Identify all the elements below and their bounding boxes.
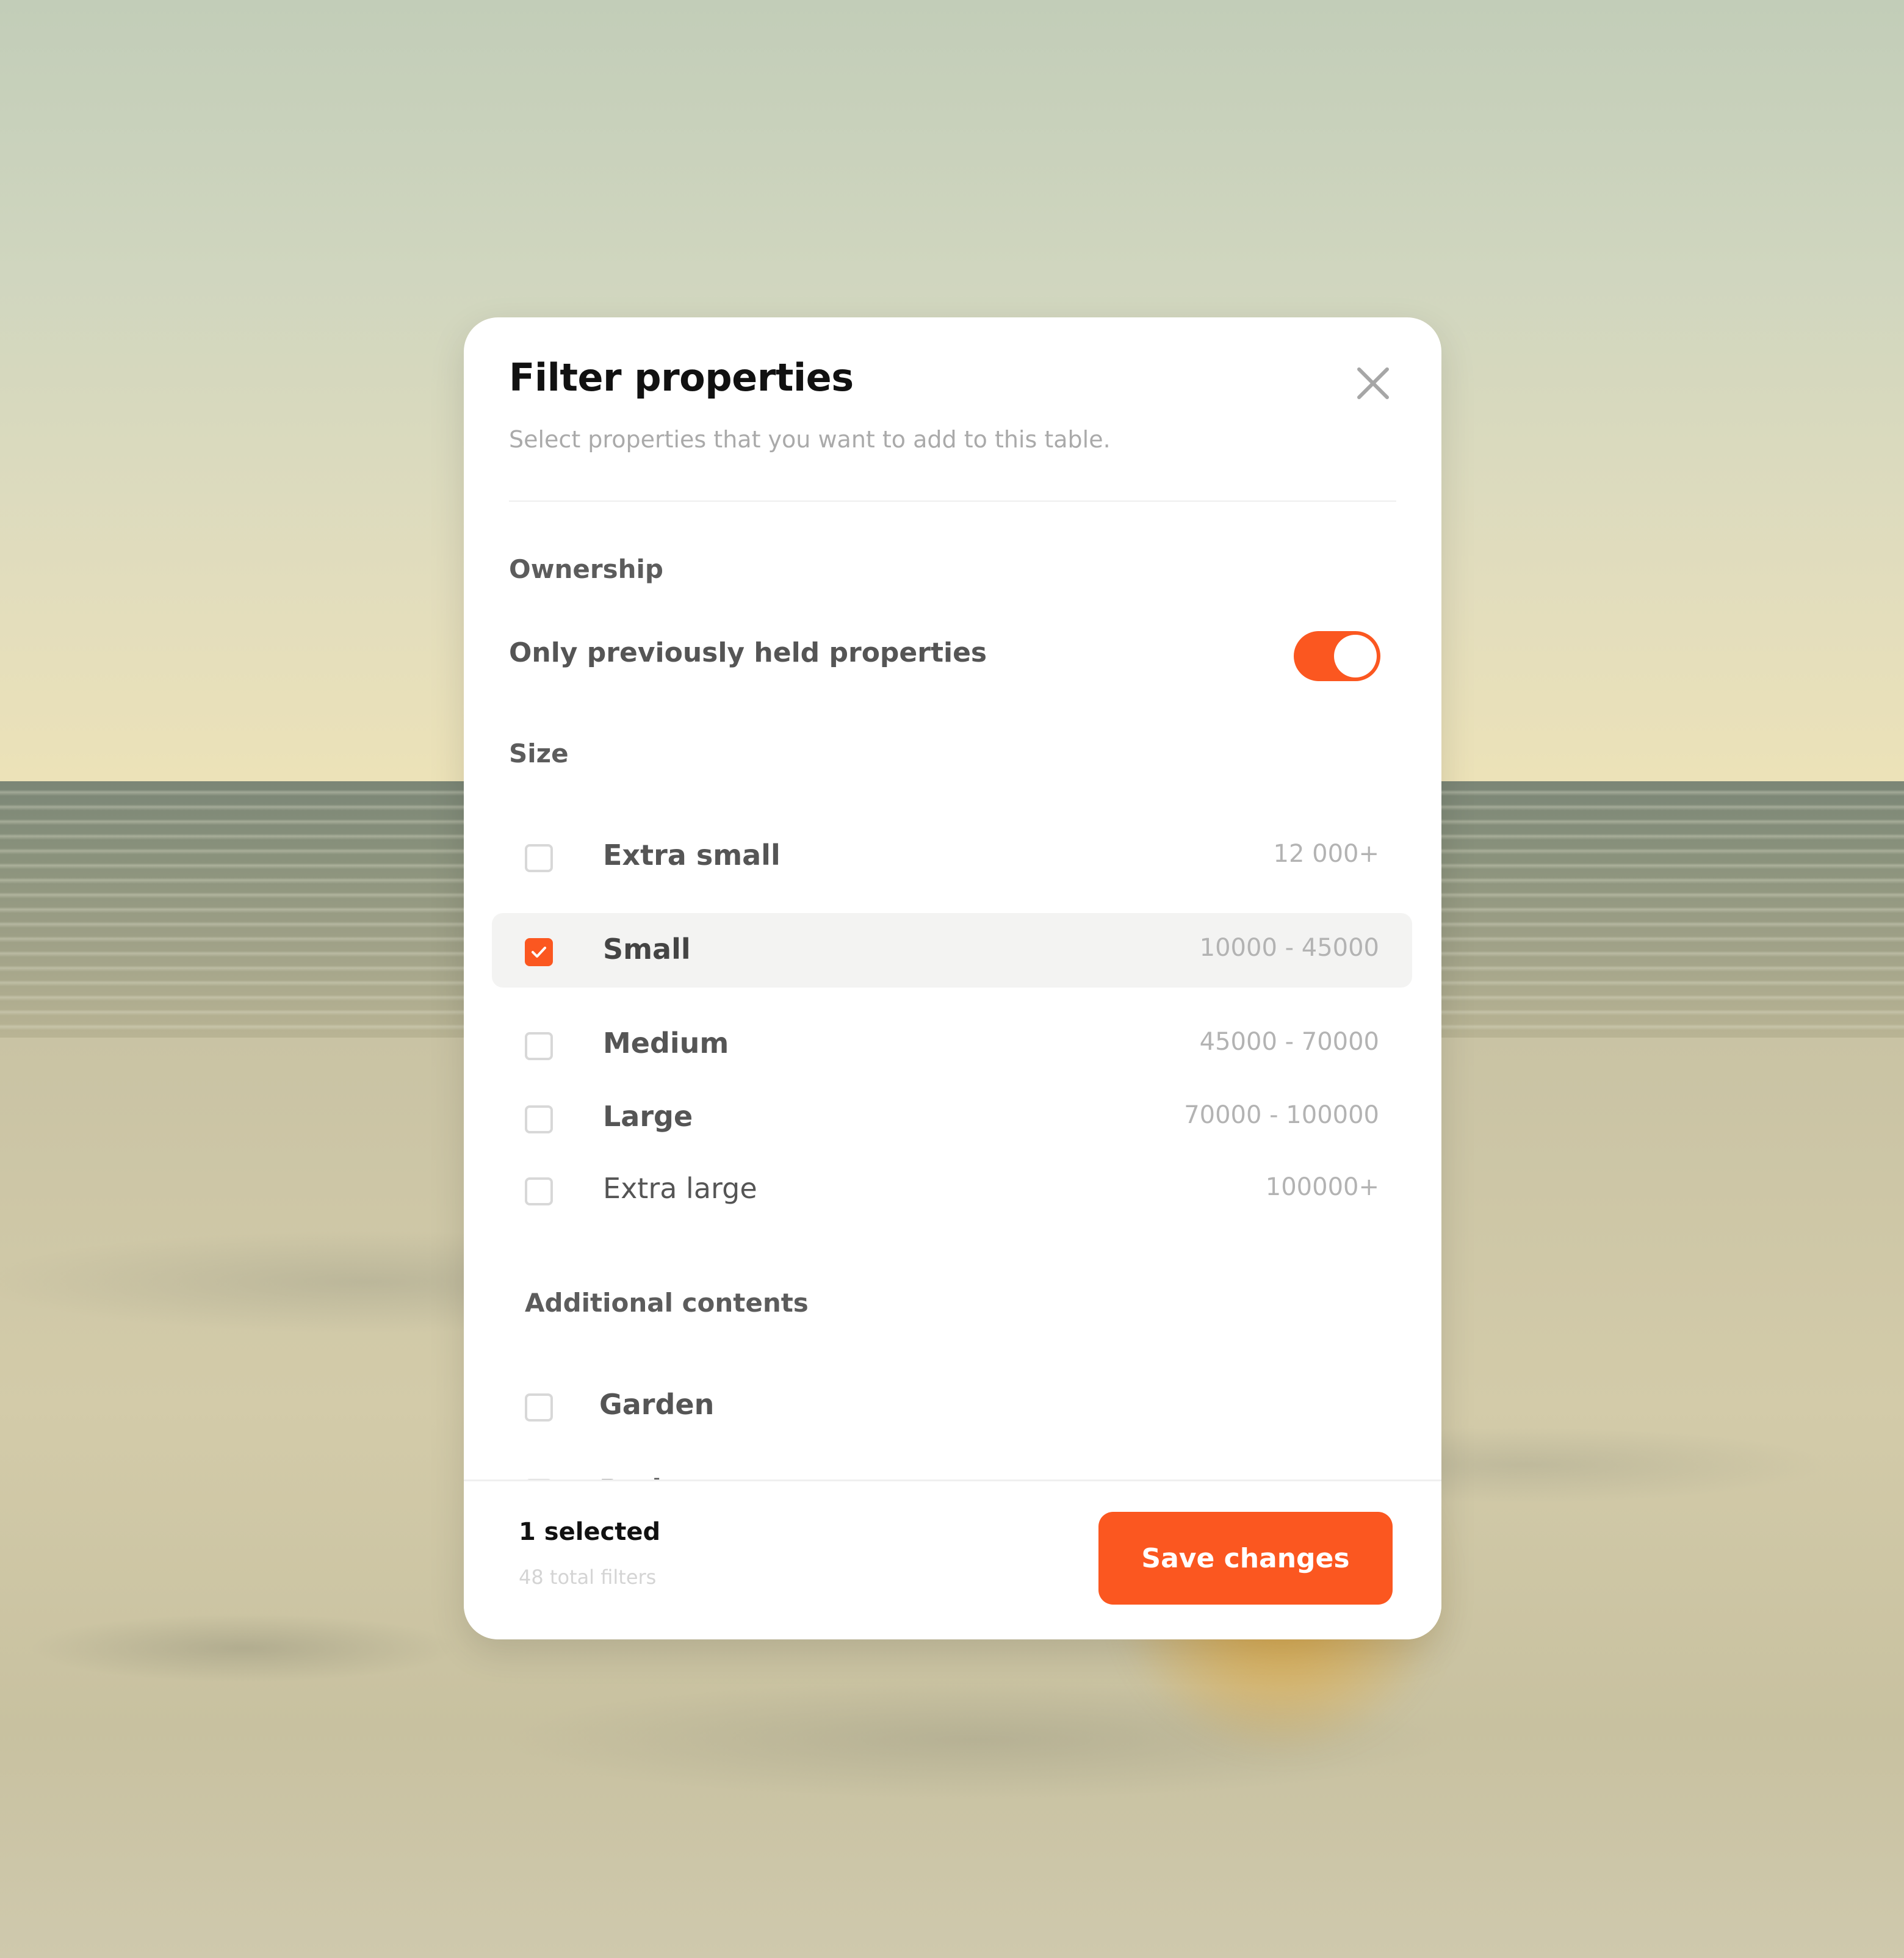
header-divider	[509, 500, 1396, 502]
filter-modal: Filter properties Select properties that…	[464, 317, 1441, 1639]
section-size: Size	[509, 739, 569, 768]
option-range: 100000+	[1265, 1173, 1379, 1201]
option-label: Extra small	[603, 839, 781, 872]
additional-option-garden[interactable]: Garden	[492, 1368, 1412, 1443]
size-option-medium[interactable]: Medium 45000 - 70000	[492, 1007, 1412, 1082]
total-filters: 48 total filters	[519, 1566, 657, 1589]
section-additional-contents: Additional contents	[525, 1288, 809, 1318]
option-range: 12 000+	[1273, 840, 1379, 868]
size-option-extra-small[interactable]: Extra small 12 000+	[492, 819, 1412, 894]
option-range: 45000 - 70000	[1199, 1028, 1379, 1056]
toggle-label: Only previously held properties	[509, 637, 987, 668]
option-label: Garden	[599, 1388, 715, 1421]
size-option-small[interactable]: Small 10000 - 45000	[492, 913, 1412, 988]
checkbox[interactable]	[525, 844, 553, 872]
selected-count: 1 selected	[519, 1518, 661, 1546]
check-icon	[532, 947, 546, 958]
modal-title: Filter properties	[509, 355, 854, 400]
save-changes-button[interactable]: Save changes	[1098, 1512, 1393, 1605]
checkbox[interactable]	[525, 1105, 553, 1133]
section-ownership: Ownership	[509, 554, 663, 584]
ownership-toggle[interactable]	[1294, 631, 1380, 681]
option-label: Small	[603, 933, 691, 966]
checkbox[interactable]	[525, 1177, 553, 1205]
checkbox[interactable]	[525, 1393, 553, 1422]
option-label: Medium	[603, 1027, 729, 1060]
option-range: 10000 - 45000	[1199, 934, 1379, 962]
close-icon[interactable]	[1349, 359, 1397, 408]
option-label: Extra large	[603, 1172, 757, 1205]
checkbox[interactable]	[525, 1032, 553, 1060]
size-option-large[interactable]: Large 70000 - 100000	[492, 1080, 1412, 1155]
toggle-knob	[1334, 635, 1377, 677]
size-option-extra-large[interactable]: Extra large 100000+	[492, 1152, 1412, 1227]
modal-footer: 1 selected 48 total filters Save changes	[464, 1479, 1441, 1639]
checkbox-checked[interactable]	[525, 938, 553, 966]
option-label: Large	[603, 1100, 693, 1133]
option-range: 70000 - 100000	[1184, 1101, 1379, 1129]
modal-subtitle: Select properties that you want to add t…	[509, 426, 1111, 453]
